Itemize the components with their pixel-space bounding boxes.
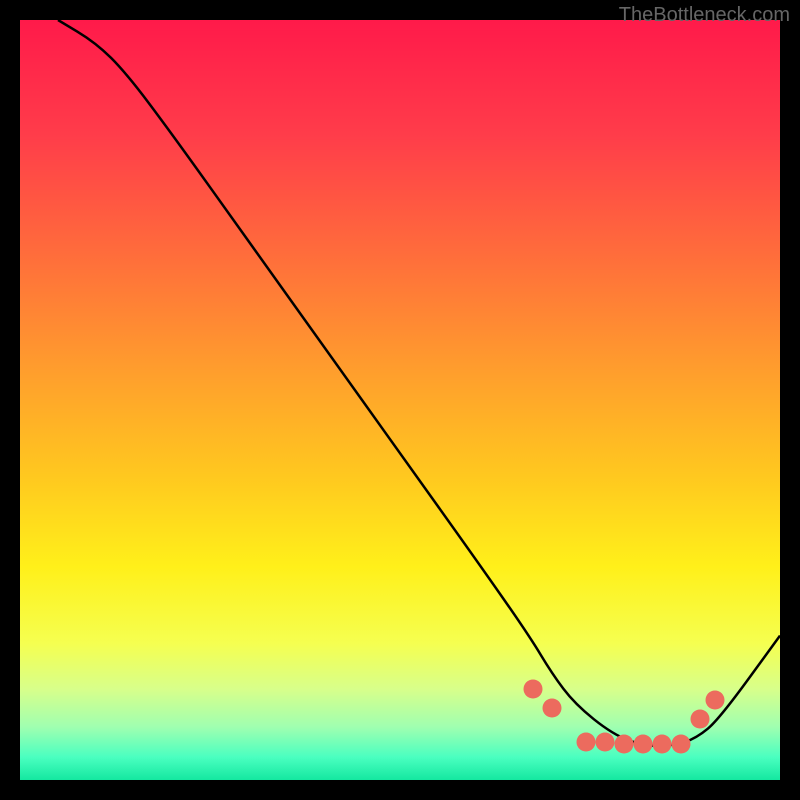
marker-dot: [672, 734, 691, 753]
marker-dot: [524, 679, 543, 698]
curve-line: [20, 20, 780, 780]
marker-dot: [543, 698, 562, 717]
plot-area: [20, 20, 780, 780]
marker-dot: [577, 733, 596, 752]
marker-dot: [596, 733, 615, 752]
marker-dot: [691, 710, 710, 729]
marker-dot: [653, 734, 672, 753]
marker-dot: [634, 734, 653, 753]
marker-dot: [706, 691, 725, 710]
marker-dot: [615, 734, 634, 753]
watermark-text: TheBottleneck.com: [619, 4, 790, 27]
